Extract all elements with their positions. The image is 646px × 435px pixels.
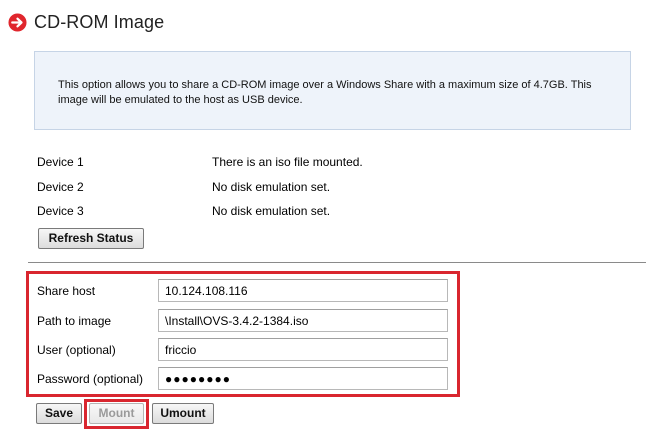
device-label: Device 1	[37, 155, 84, 169]
device-status: No disk emulation set.	[212, 180, 331, 194]
device-status: No disk emulation set.	[212, 204, 331, 218]
device-status: There is an iso file mounted.	[212, 155, 363, 169]
user-label: User (optional)	[37, 343, 116, 357]
info-box: This option allows you to share a CD-ROM…	[34, 51, 631, 130]
umount-button[interactable]: Umount	[152, 403, 214, 424]
info-text: This option allows you to share a CD-ROM…	[58, 79, 592, 106]
mount-button[interactable]: Mount	[89, 403, 144, 424]
arrow-right-circle-icon	[8, 12, 27, 32]
page-title: CD-ROM Image	[34, 11, 165, 32]
path-to-image-label: Path to image	[37, 314, 112, 328]
save-button[interactable]: Save	[36, 403, 82, 424]
device-label: Device 2	[37, 180, 84, 194]
path-to-image-input[interactable]	[158, 309, 448, 332]
password-input[interactable]	[158, 367, 448, 390]
device-label: Device 3	[37, 204, 84, 218]
user-input[interactable]	[158, 338, 448, 361]
share-host-input[interactable]	[158, 279, 448, 302]
refresh-status-button[interactable]: Refresh Status	[38, 228, 144, 249]
password-label: Password (optional)	[37, 372, 144, 386]
share-host-label: Share host	[37, 284, 96, 298]
page-header: CD-ROM Image	[8, 10, 164, 34]
separator	[28, 262, 646, 263]
